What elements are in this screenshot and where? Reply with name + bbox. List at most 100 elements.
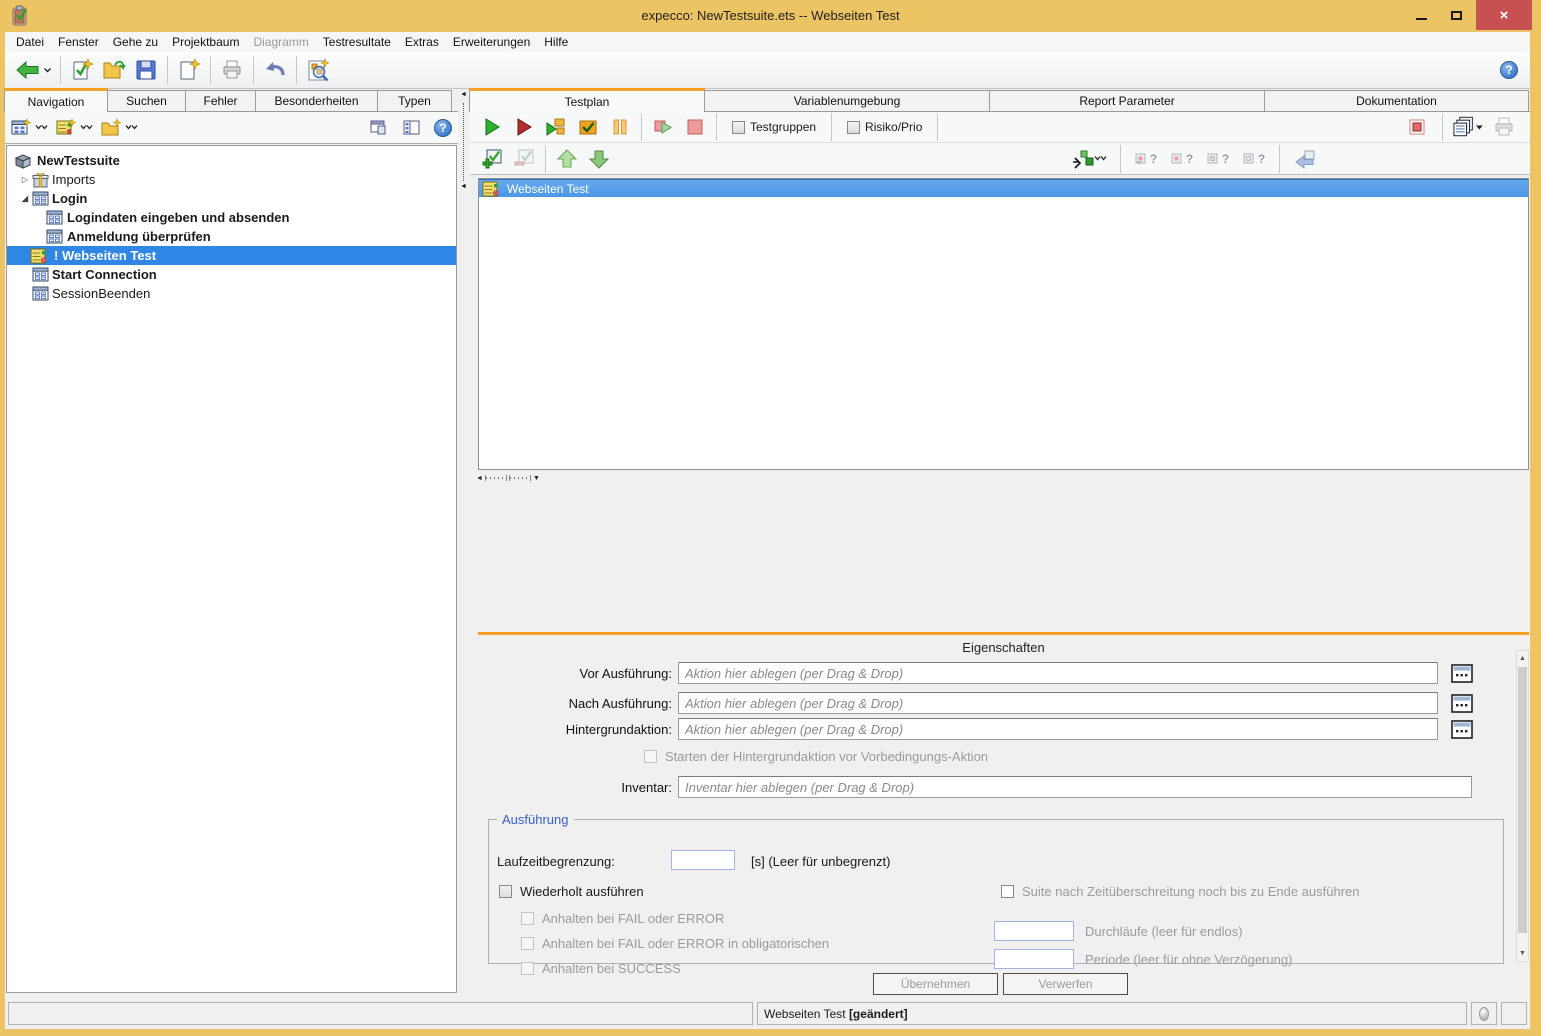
close-button[interactable]: × bbox=[1476, 0, 1532, 30]
checkbox[interactable] bbox=[499, 885, 512, 898]
new-folder-button[interactable] bbox=[99, 115, 140, 141]
vor-ausfuehrung-field[interactable] bbox=[678, 662, 1438, 684]
move-up-button[interactable] bbox=[551, 144, 583, 174]
properties-scrollbar[interactable]: ▲ ▼ bbox=[1516, 650, 1529, 962]
menu-erweiterungen[interactable]: Erweiterungen bbox=[446, 33, 537, 51]
run-with-debugger-button[interactable] bbox=[508, 112, 540, 142]
move-down-button[interactable] bbox=[583, 144, 615, 174]
print-button[interactable] bbox=[216, 55, 248, 85]
tab-typen[interactable]: Typen bbox=[377, 90, 452, 111]
run-checked-button[interactable] bbox=[572, 112, 604, 142]
tree-row[interactable]: Start Connection bbox=[7, 265, 456, 284]
menu-gehe-zu[interactable]: Gehe zu bbox=[106, 33, 165, 51]
minimize-button[interactable] bbox=[1405, 0, 1437, 30]
halt-on-timeout-button: ? bbox=[1238, 144, 1270, 174]
add-item-button[interactable] bbox=[476, 144, 508, 174]
tab-testplan[interactable]: Testplan bbox=[469, 88, 705, 112]
inventar-field[interactable] bbox=[678, 776, 1472, 798]
save-button[interactable] bbox=[130, 55, 162, 85]
remove-item-button bbox=[508, 144, 540, 174]
halt-on-skip-button: ? bbox=[1202, 144, 1234, 174]
verwerfen-button[interactable]: Verwerfen bbox=[1003, 973, 1128, 995]
menu-testresultate[interactable]: Testresultate bbox=[316, 33, 398, 51]
tab-dokumentation[interactable]: Dokumentation bbox=[1264, 90, 1529, 111]
vor-ausfuehrung-browse-button[interactable] bbox=[1450, 662, 1474, 684]
run-testplan-button[interactable] bbox=[540, 112, 572, 142]
menu-hilfe[interactable]: Hilfe bbox=[537, 33, 575, 51]
tree-row[interactable]: ◢ Login bbox=[7, 189, 456, 208]
status-message-panel bbox=[8, 1002, 753, 1025]
menu-extras[interactable]: Extras bbox=[398, 33, 446, 51]
tab-variablenumgebung[interactable]: Variablenumgebung bbox=[704, 90, 990, 111]
menu-projektbaum[interactable]: Projektbaum bbox=[165, 33, 246, 51]
tree-row[interactable]: SessionBeenden bbox=[7, 284, 456, 303]
testplan-list: Webseiten Test bbox=[478, 178, 1529, 470]
list-item-label: Webseiten Test bbox=[507, 182, 589, 196]
run-to-button[interactable] bbox=[1067, 144, 1111, 174]
new-document-button[interactable] bbox=[173, 55, 205, 85]
activity-led-icon bbox=[1479, 1007, 1489, 1021]
copies-button[interactable] bbox=[1452, 112, 1484, 142]
checkbox[interactable] bbox=[847, 121, 860, 134]
tree-help-button[interactable]: ? bbox=[432, 115, 454, 141]
laufzeit-field[interactable] bbox=[671, 850, 735, 870]
suite-overrun-checkbox[interactable]: Suite nach Zeitüberschreitung noch bis z… bbox=[1001, 884, 1360, 899]
tree-row[interactable]: Logindaten eingeben und absenden bbox=[7, 208, 456, 227]
nach-ausfuehrung-field[interactable] bbox=[678, 692, 1438, 714]
settings-search-button[interactable] bbox=[302, 55, 334, 85]
scrollbar-thumb[interactable] bbox=[1518, 667, 1527, 933]
menu-fenster[interactable]: Fenster bbox=[51, 33, 106, 51]
tab-fehler[interactable]: Fehler bbox=[185, 90, 256, 111]
open-button[interactable] bbox=[98, 55, 130, 85]
list-properties-splitter[interactable]: ◄ ▼ bbox=[472, 472, 1528, 484]
list-item-selected[interactable]: Webseiten Test bbox=[479, 179, 1528, 197]
hintergrundaktion-browse-button[interactable] bbox=[1450, 718, 1474, 740]
expander-collapsed-icon[interactable]: ▷ bbox=[19, 175, 31, 184]
splitter-collapse-icon[interactable]: ◄ bbox=[460, 91, 467, 98]
expander-expanded-icon[interactable]: ◢ bbox=[19, 194, 31, 203]
detach-window-button[interactable] bbox=[368, 115, 392, 141]
splitter-collapse-icon[interactable]: ◄ bbox=[476, 475, 483, 482]
splitter-collapse-icon[interactable]: ◄ bbox=[460, 183, 467, 190]
risiko-prio-checkbox[interactable]: Risiko/Prio bbox=[837, 113, 932, 141]
tree-row[interactable]: Anmeldung überprüfen bbox=[7, 227, 456, 246]
new-action-button[interactable] bbox=[9, 115, 50, 141]
checkbox[interactable] bbox=[732, 121, 745, 134]
menu-datei[interactable]: Datei bbox=[9, 33, 51, 51]
splitter-collapse-icon[interactable]: ▼ bbox=[533, 475, 540, 482]
periode-field[interactable] bbox=[994, 949, 1074, 969]
testgruppen-checkbox[interactable]: Testgruppen bbox=[722, 113, 826, 141]
action-grid-icon bbox=[32, 267, 49, 282]
new-testplan-button[interactable] bbox=[54, 115, 95, 141]
right-tabs: Testplan Variablenumgebung Report Parame… bbox=[470, 89, 1530, 112]
tree-row-selected[interactable]: ! Webseiten Test bbox=[7, 246, 456, 265]
accept-button[interactable] bbox=[66, 55, 98, 85]
nach-ausfuehrung-browse-button[interactable] bbox=[1450, 692, 1474, 714]
checkbox[interactable] bbox=[1001, 885, 1014, 898]
tree-row[interactable]: NewTestsuite bbox=[7, 151, 456, 170]
back-button[interactable] bbox=[11, 55, 55, 85]
layout-button[interactable] bbox=[400, 115, 424, 141]
tab-navigation[interactable]: Navigation bbox=[4, 88, 108, 112]
tab-report-parameter[interactable]: Report Parameter bbox=[989, 90, 1265, 111]
help-button[interactable]: ? bbox=[1500, 61, 1518, 79]
tab-besonderheiten[interactable]: Besonderheiten bbox=[255, 90, 378, 111]
uebernehmen-button[interactable]: Übernehmen bbox=[873, 973, 998, 995]
run-toolbar: Testgruppen Risiko/Prio bbox=[470, 112, 1530, 143]
checkbox bbox=[521, 912, 534, 925]
wiederholt-checkbox[interactable]: Wiederholt ausführen bbox=[499, 884, 644, 899]
scroll-down-icon[interactable]: ▼ bbox=[1517, 946, 1528, 961]
breakpoint-indicator-button[interactable] bbox=[1401, 112, 1433, 142]
panel-splitter[interactable]: ◄ ◄ bbox=[458, 89, 470, 999]
tab-suchen[interactable]: Suchen bbox=[107, 90, 186, 111]
run-button[interactable] bbox=[476, 112, 508, 142]
durchlaeufe-field[interactable] bbox=[994, 921, 1074, 941]
undo-button[interactable] bbox=[259, 55, 291, 85]
scroll-up-icon[interactable]: ▲ bbox=[1517, 651, 1528, 666]
menubar: Datei Fenster Gehe zu Projektbaum Diagra… bbox=[5, 32, 1530, 52]
ausfuehrung-group: Ausführung Laufzeitbegrenzung: [s] (Leer… bbox=[488, 812, 1504, 964]
properties-title: Eigenschaften bbox=[478, 640, 1529, 655]
maximize-button[interactable] bbox=[1440, 0, 1472, 30]
hintergrundaktion-field[interactable] bbox=[678, 718, 1438, 740]
tree-row[interactable]: ▷ Imports bbox=[7, 170, 456, 189]
